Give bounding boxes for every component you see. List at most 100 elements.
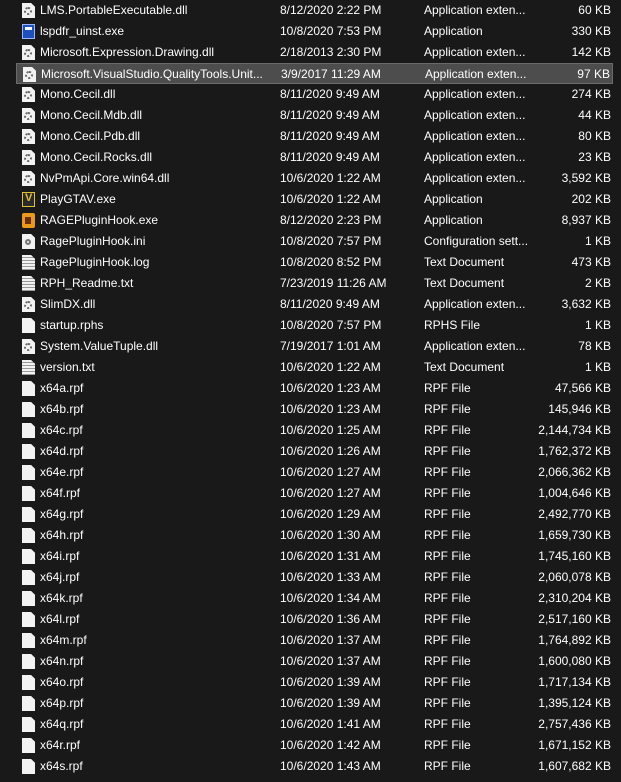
file-date-modified: 10/6/2020 1:22 AM xyxy=(280,360,381,374)
file-row[interactable]: NvPmApi.Core.win64.dll 10/6/2020 1:22 AM A… xyxy=(16,168,613,189)
file-date-modified: 10/6/2020 1:42 AM xyxy=(280,738,381,752)
file-row[interactable]: SlimDX.dll 8/11/2020 9:49 AM Application e… xyxy=(16,294,613,315)
file-icon xyxy=(22,318,35,333)
file-type: Application xyxy=(424,213,483,227)
file-row[interactable]: x64r.rpf 10/6/2020 1:42 AM RPF File 1,671,1… xyxy=(16,735,613,756)
file-type: RPF File xyxy=(424,423,471,437)
file-name: x64s.rpf xyxy=(40,759,83,773)
file-row[interactable]: x64l.rpf 10/6/2020 1:36 AM RPF File 2,517,1… xyxy=(16,609,613,630)
file-name: x64n.rpf xyxy=(40,654,84,668)
file-type: RPF File xyxy=(424,591,471,605)
file-name: x64k.rpf xyxy=(40,591,83,605)
text-doc-icon xyxy=(22,360,35,375)
file-row[interactable]: Mono.Cecil.Rocks.dll 8/11/2020 9:49 AM App… xyxy=(16,147,613,168)
file-date-modified: 7/19/2017 1:01 AM xyxy=(280,339,381,353)
file-type: Application exten... xyxy=(424,129,526,143)
file-type: RPF File xyxy=(424,675,471,689)
file-date-modified: 10/8/2020 7:57 PM xyxy=(280,234,382,248)
file-name: RPH_Readme.txt xyxy=(40,276,134,290)
file-row[interactable]: System.ValueTuple.dll 7/19/2017 1:01 AM Ap… xyxy=(16,336,613,357)
file-date-modified: 10/6/2020 1:39 AM xyxy=(280,696,381,710)
file-row[interactable]: Mono.Cecil.dll 8/11/2020 9:49 AM Applicati… xyxy=(16,84,613,105)
file-name: x64j.rpf xyxy=(40,570,80,584)
file-date-modified: 10/6/2020 1:43 AM xyxy=(280,759,381,773)
file-row[interactable]: x64b.rpf 10/6/2020 1:23 AM RPF File 145,946… xyxy=(16,399,613,420)
file-name: x64g.rpf xyxy=(40,507,84,521)
file-type: Application exten... xyxy=(424,108,526,122)
file-row[interactable]: x64m.rpf 10/6/2020 1:37 AM RPF File 1,764,8… xyxy=(16,630,613,651)
file-type: Application exten... xyxy=(424,297,526,311)
file-icon xyxy=(22,381,35,396)
file-name: System.ValueTuple.dll xyxy=(40,339,159,353)
file-row[interactable]: lspdfr_uinst.exe 10/8/2020 7:53 PM Applica… xyxy=(16,21,613,42)
file-name: x64m.rpf xyxy=(40,633,87,647)
file-type: RPF File xyxy=(424,696,471,710)
file-name: x64r.rpf xyxy=(40,738,81,752)
text-doc-icon xyxy=(22,276,35,291)
file-type: RPF File xyxy=(424,465,471,479)
file-type: Text Document xyxy=(424,360,505,374)
file-row[interactable]: startup.rphs 10/8/2020 7:57 PM RPHS File 1 … xyxy=(16,315,613,336)
file-date-modified: 10/6/2020 1:39 AM xyxy=(280,675,381,689)
file-row[interactable]: x64h.rpf 10/6/2020 1:30 AM RPF File 1,659,7… xyxy=(16,525,613,546)
file-name: Mono.Cecil.Pdb.dll xyxy=(40,129,141,143)
file-size: 1,671,152 KB xyxy=(538,738,611,752)
file-size: 2 KB xyxy=(584,276,611,290)
file-size: 330 KB xyxy=(571,24,611,38)
ini-icon xyxy=(22,234,35,249)
file-row[interactable]: Mono.Cecil.Mdb.dll 8/11/2020 9:49 AM Appli… xyxy=(16,105,613,126)
file-type: Application xyxy=(424,24,483,38)
text-doc-icon xyxy=(22,255,35,270)
file-row[interactable]: x64o.rpf 10/6/2020 1:39 AM RPF File 1,717,1… xyxy=(16,672,613,693)
file-size: 1,717,134 KB xyxy=(538,675,611,689)
file-row[interactable]: x64i.rpf 10/6/2020 1:31 AM RPF File 1,745,1… xyxy=(16,546,613,567)
file-name: RagePluginHook.log xyxy=(40,255,150,269)
file-row[interactable]: x64p.rpf 10/6/2020 1:39 AM RPF File 1,395,1… xyxy=(16,693,613,714)
file-name: x64a.rpf xyxy=(40,381,84,395)
file-type: RPHS File xyxy=(424,318,481,332)
file-row[interactable]: RagePluginHook.log 10/8/2020 8:52 PM Text … xyxy=(16,252,613,273)
dll-icon xyxy=(22,87,35,102)
file-row[interactable]: x64c.rpf 10/6/2020 1:25 AM RPF File 2,144,7… xyxy=(16,420,613,441)
file-size: 23 KB xyxy=(578,150,611,164)
file-row[interactable]: x64d.rpf 10/6/2020 1:26 AM RPF File 1,762,3… xyxy=(16,441,613,462)
dll-icon xyxy=(22,129,35,144)
file-type: Application exten... xyxy=(424,3,526,17)
file-row[interactable]: RagePluginHook.ini 10/8/2020 7:57 PM Confi… xyxy=(16,231,613,252)
file-size: 202 KB xyxy=(571,192,611,206)
file-row[interactable]: x64q.rpf 10/6/2020 1:41 AM RPF File 2,757,4… xyxy=(16,714,613,735)
file-date-modified: 8/11/2020 9:49 AM xyxy=(280,87,380,101)
file-name: x64e.rpf xyxy=(40,465,84,479)
file-row[interactable]: x64g.rpf 10/6/2020 1:29 AM RPF File 2,492,7… xyxy=(16,504,613,525)
file-size: 1,395,124 KB xyxy=(538,696,611,710)
file-date-modified: 10/6/2020 1:37 AM xyxy=(280,654,381,668)
file-row[interactable]: Microsoft.VisualStudio.QualityTools.Unit… xyxy=(16,63,613,84)
file-row[interactable]: Mono.Cecil.Pdb.dll 8/11/2020 9:49 AM Appli… xyxy=(16,126,613,147)
file-row[interactable]: RAGEPluginHook.exe 8/12/2020 2:23 PM Appli… xyxy=(16,210,613,231)
file-row[interactable]: x64e.rpf 10/6/2020 1:27 AM RPF File 2,066,3… xyxy=(16,462,613,483)
file-name: x64h.rpf xyxy=(40,528,84,542)
file-type: Text Document xyxy=(424,255,505,269)
file-size: 3,592 KB xyxy=(561,171,611,185)
file-row[interactable]: LMS.PortableExecutable.dll 8/12/2020 2:22… xyxy=(16,0,613,21)
file-row[interactable]: version.txt 10/6/2020 1:22 AM Text Documen… xyxy=(16,357,613,378)
file-name: startup.rphs xyxy=(40,318,104,332)
file-name: SlimDX.dll xyxy=(40,297,96,311)
file-row[interactable]: x64j.rpf 10/6/2020 1:33 AM RPF File 2,060,0… xyxy=(16,567,613,588)
file-name: x64l.rpf xyxy=(40,612,80,626)
file-size: 1 KB xyxy=(584,360,611,374)
file-row[interactable]: x64k.rpf 10/6/2020 1:34 AM RPF File 2,310,2… xyxy=(16,588,613,609)
file-name: x64f.rpf xyxy=(40,486,81,500)
file-type: RPF File xyxy=(424,633,471,647)
file-type: Application exten... xyxy=(425,67,527,81)
file-icon xyxy=(22,528,35,543)
file-row[interactable]: Microsoft.Expression.Drawing.dll 2/18/201… xyxy=(16,42,613,63)
file-name: x64d.rpf xyxy=(40,444,84,458)
file-row[interactable]: x64n.rpf 10/6/2020 1:37 AM RPF File 1,600,0… xyxy=(16,651,613,672)
file-row[interactable]: RPH_Readme.txt 7/23/2019 11:26 AM Text Doc… xyxy=(16,273,613,294)
file-row[interactable]: x64s.rpf 10/6/2020 1:43 AM RPF File 1,607,6… xyxy=(16,756,613,777)
file-row[interactable]: PlayGTAV.exe 10/6/2020 1:22 AM Application… xyxy=(16,189,613,210)
file-row[interactable]: x64a.rpf 10/6/2020 1:23 AM RPF File 47,566 … xyxy=(16,378,613,399)
file-date-modified: 10/6/2020 1:22 AM xyxy=(280,171,381,185)
file-row[interactable]: x64f.rpf 10/6/2020 1:27 AM RPF File 1,004,6… xyxy=(16,483,613,504)
